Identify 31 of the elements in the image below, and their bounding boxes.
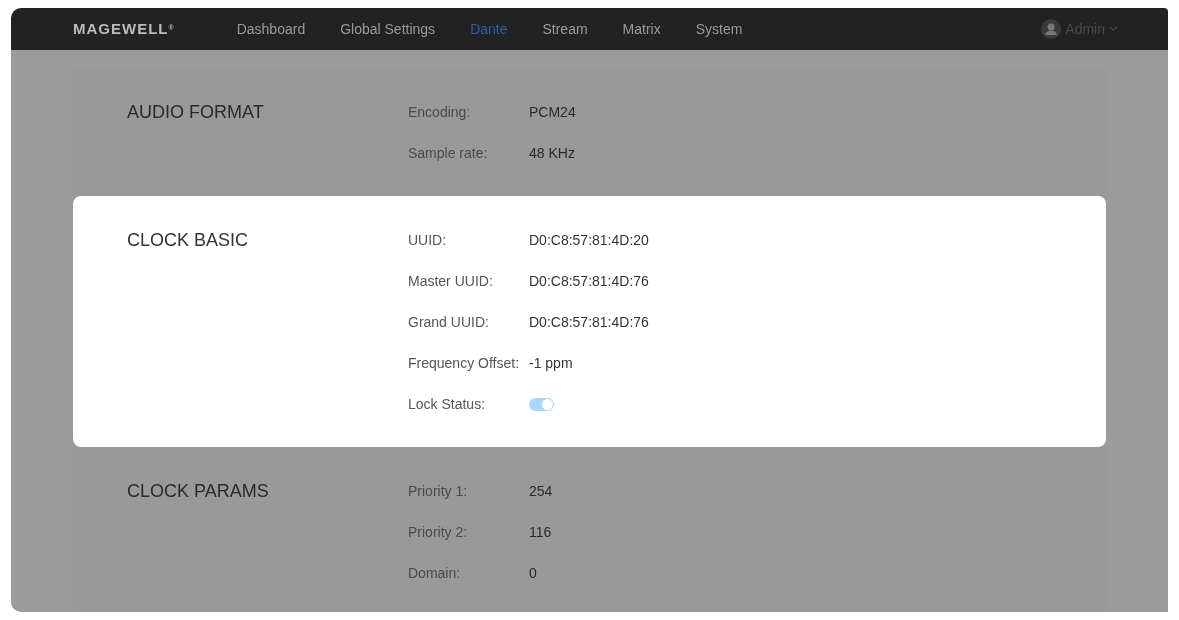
field-value: 0 [529, 564, 537, 583]
section-title: AUDIO FORMAT [127, 102, 264, 122]
nav-tab[interactable]: Dashboard [236, 18, 306, 40]
nav-tab[interactable]: Stream [542, 18, 588, 40]
lock-status-toggle[interactable] [529, 398, 554, 411]
field-value: 116 [529, 523, 552, 542]
field-label: Domain: [408, 564, 462, 583]
brand-logo[interactable]: MAGEWELL$^{®}$ [73, 17, 175, 41]
field-value: 254 [529, 482, 553, 501]
nav-tab[interactable]: Matrix [622, 18, 661, 40]
field-label: UUID: [408, 231, 448, 250]
nav-tab[interactable]: Global Settings [340, 18, 436, 40]
field-value: PCM24 [529, 103, 576, 122]
field-label: Priority 1: [408, 482, 469, 501]
field-label: Priority 2: [408, 523, 469, 542]
field-value: D0:C8:57:81:4D:76 [529, 272, 649, 291]
field-value: D0:C8:57:81:4D:20 [529, 231, 649, 250]
user-avatar-icon [1041, 19, 1062, 39]
section-title: CLOCK PARAMS [127, 481, 269, 501]
field-value: 48 KHz [529, 144, 575, 163]
field-label: Frequency Offset: [408, 354, 520, 373]
nav-tab[interactable]: System [695, 18, 743, 40]
chevron-down-icon [1109, 26, 1118, 32]
field-label: Grand UUID: [408, 313, 490, 332]
section-title: CLOCK BASIC [127, 230, 249, 250]
field-label: Master UUID: [408, 272, 494, 291]
field-label: Lock Status: [408, 395, 487, 414]
field-label: Encoding: [408, 103, 472, 122]
field-value: -1 ppm [529, 354, 573, 373]
field-value: D0:C8:57:81:4D:76 [529, 313, 649, 332]
field-label: Sample rate: [408, 144, 489, 163]
